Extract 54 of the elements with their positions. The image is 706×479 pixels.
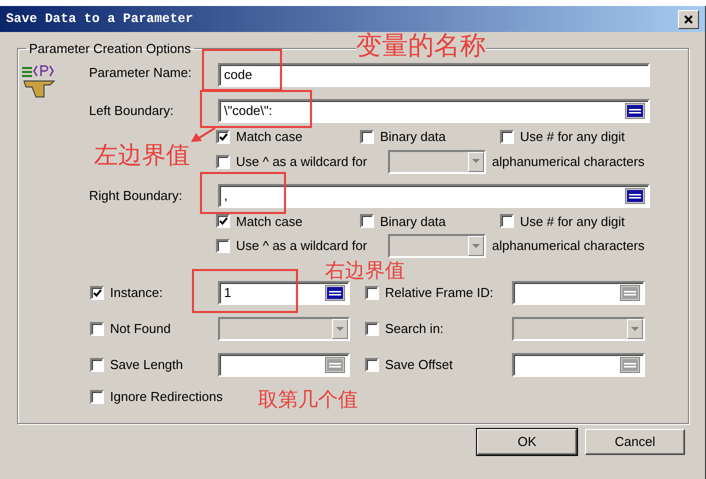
checkbox-label: Save Length [110,357,184,373]
checkbox-label: Search in: [385,321,444,337]
parameter-icon [22,63,56,99]
checkbox[interactable] [500,130,514,144]
dropdown[interactable] [388,234,486,258]
annotation-text: 变量的名称 [356,33,486,59]
annotation-text: 左边界值 [94,143,190,167]
window-title: Save Data to a Parameter [6,11,194,27]
field-label: Right Boundary: [89,188,184,204]
caret-icon [336,326,344,332]
checkbox-label: Match case [236,214,302,230]
checkbox[interactable] [360,130,374,144]
checkbox-label: Binary data [380,214,446,230]
text-format-icon[interactable] [325,285,345,302]
checkbox[interactable] [216,214,230,228]
annotation-text: 取第几个值 [258,389,358,410]
checkbox[interactable] [216,154,230,169]
close-button[interactable] [678,10,699,28]
checkbox[interactable] [360,214,374,228]
checkbox-label: Use # for any digit [520,129,625,145]
text-format-icon[interactable] [625,103,645,119]
input-field[interactable]: \"code\": [218,99,650,123]
checkbox[interactable] [90,286,104,300]
caret-icon [472,159,480,164]
checkbox[interactable] [216,130,230,144]
checkbox-label: Use ^ as a wildcard for [236,238,368,254]
close-icon [684,14,693,24]
caret-icon [631,326,639,332]
checkbox-label: Ignore Redirections [110,389,223,405]
checkbox[interactable] [500,214,514,228]
checkbox-label: Instance: [110,285,163,301]
checkbox-label: alphanumerical characters [492,238,644,254]
checkbox-label: Not Found [110,321,171,337]
text-format-icon[interactable] [625,188,645,204]
checkbox-label: alphanumerical characters [492,154,644,170]
checkbox[interactable] [216,239,230,254]
group-title: Parameter Creation Options [28,42,192,55]
cancel-button[interactable]: Cancel [585,429,685,455]
checkbox-label: Relative Frame ID: [385,285,494,301]
input-field[interactable]: 1 [218,281,350,306]
annotation-text: 右边界值 [325,260,405,280]
checkbox-label: Save Offset [385,357,453,373]
input-field[interactable]: code [218,63,650,87]
checkbox-label: Use # for any digit [520,214,625,230]
ok-button[interactable]: OK [477,429,577,455]
dropdown[interactable] [388,150,486,174]
field-label: Parameter Name: [89,65,193,81]
checkbox[interactable] [90,390,104,404]
checkbox-label: Binary data [380,129,446,145]
caret-icon [472,244,480,249]
checkbox-label: Use ^ as a wildcard for [236,154,368,170]
field-label: Left Boundary: [89,103,175,119]
input-field[interactable]: , [218,184,650,208]
checkbox-label: Match case [236,129,302,145]
